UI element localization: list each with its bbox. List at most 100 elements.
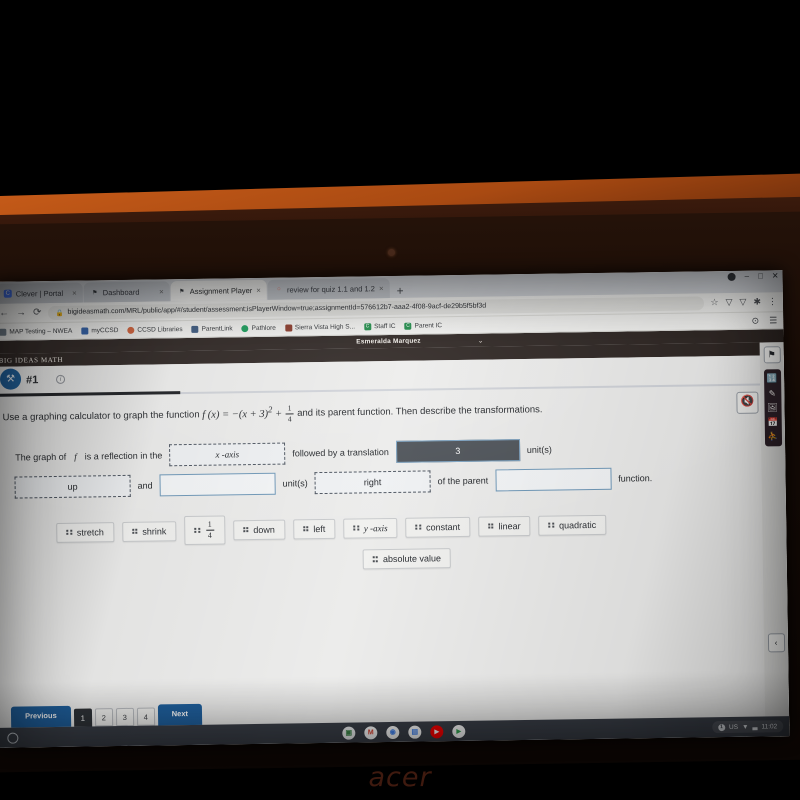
profile-avatar-icon[interactable] [727, 272, 736, 281]
extension-icon[interactable]: ▽ [739, 297, 746, 308]
calculator-icon[interactable]: 🔢 [767, 373, 778, 383]
bookmark-parent-ic[interactable]: C Parent IC [404, 322, 442, 330]
reload-icon[interactable]: ⟳ [33, 307, 42, 318]
close-window-button[interactable]: ✕ [772, 271, 779, 280]
youtube-app-icon[interactable]: ▶ [430, 724, 444, 738]
dropzone-translation-amount[interactable]: 3 [395, 439, 520, 464]
browser-menu-icon[interactable]: ⋮ [768, 296, 777, 307]
question-prefix: Use a graphing calculator to graph the f… [2, 409, 200, 424]
bookmark-pathlore[interactable]: Pathlore [241, 324, 276, 332]
dropzone-value: right [363, 477, 382, 488]
answer-label: and [137, 480, 153, 491]
close-icon[interactable]: × [72, 288, 77, 297]
dropzone-parent-function[interactable] [495, 467, 612, 492]
tile-shrink[interactable]: shrink [121, 520, 177, 542]
bookmark-favicon [191, 325, 199, 333]
minimize-button[interactable]: – [745, 272, 750, 281]
play-store-app-icon[interactable]: ▶ [452, 724, 466, 738]
bookmark-label: Sierra Vista High S... [294, 323, 356, 331]
drag-handle-icon[interactable] [415, 524, 422, 530]
chrome-app-icon[interactable]: ◉ [386, 725, 400, 739]
tile-stretch[interactable]: stretch [56, 521, 114, 543]
tile-linear[interactable]: linear [477, 515, 531, 537]
dropzone-horizontal-amount[interactable] [159, 472, 276, 497]
extension-icon[interactable]: ▽ [726, 297, 733, 308]
pencil-draw-icon[interactable]: ✎ [769, 388, 776, 398]
tile-quadratic[interactable]: quadratic [538, 514, 607, 536]
tile-left[interactable]: left [292, 518, 336, 540]
photo-scene: C Clever | Portal × ⚑ Dashboard × ⚑ Assi… [0, 0, 800, 800]
formula-exponent: 2 [267, 403, 273, 414]
drag-handle-icon[interactable] [66, 529, 72, 536]
bookmark-ccsd-libraries[interactable]: CCSD Libraries [127, 326, 183, 334]
previous-button[interactable]: Previous [10, 705, 71, 728]
accessibility-icon[interactable]: ⛹ [768, 431, 779, 441]
dropzone-vertical-direction[interactable]: up [14, 474, 131, 499]
system-tray[interactable]: 1 US ▼ ▃ 11:02 [711, 720, 784, 734]
bookmark-myccsd[interactable]: myCCSD [81, 327, 118, 335]
brand-title: BIG IDEAS MATH [0, 355, 64, 365]
bookmark-map-testing[interactable]: MAP Testing – NWEA [0, 327, 72, 336]
launcher-button[interactable] [7, 732, 19, 744]
close-icon[interactable]: × [159, 287, 164, 296]
dropzone-value: up [67, 481, 78, 492]
bookmark-favicon [0, 328, 7, 336]
shelf-app-icons: ▣ M ◉ ▤ ▶ ▶ [342, 724, 466, 740]
back-icon[interactable]: ← [0, 307, 9, 318]
browser-tab-clever[interactable]: C Clever | Portal × [0, 282, 83, 304]
fraction-numerator: 1 [207, 519, 212, 529]
forward-icon[interactable]: → [16, 307, 26, 318]
browser-tab-dashboard[interactable]: ⚑ Dashboard × [83, 281, 170, 303]
tile-absolute-value[interactable]: absolute value [362, 548, 452, 570]
drag-handle-icon[interactable] [353, 525, 359, 531]
tile-label: shrink [142, 525, 167, 537]
dropzone-reflection-axis[interactable]: x -axis [169, 442, 286, 467]
tile-one-quarter[interactable]: 1 4 [184, 515, 226, 546]
answer-label: unit(s) [282, 478, 308, 489]
drag-handle-icon[interactable] [488, 523, 494, 529]
bookmark-staff-ic[interactable]: C Staff IC [363, 322, 396, 330]
image-tool-icon[interactable]: 🖼 [767, 402, 778, 412]
drag-handle-icon[interactable] [548, 522, 555, 529]
calendar-icon[interactable]: 📅 [767, 417, 778, 427]
drag-handle-icon[interactable] [242, 526, 249, 533]
page-button-2[interactable]: 2 [94, 708, 113, 727]
question-navigation: Previous 1 2 3 4 Next [0, 703, 203, 728]
mute-audio-button[interactable]: 🔇 [736, 391, 759, 414]
info-icon[interactable]: i [55, 374, 66, 384]
tile-bank: stretch shrink 1 4 down left y -axis con… [0, 495, 787, 579]
notifications-bell-icon[interactable]: ⊙ [752, 315, 760, 326]
collapse-rail-button[interactable]: ‹ [767, 633, 785, 653]
maximize-button[interactable]: □ [758, 271, 763, 280]
tile-y-axis[interactable]: y -axis [343, 517, 398, 539]
tile-constant[interactable]: constant [405, 516, 471, 538]
gmail-app-icon[interactable]: M [364, 725, 378, 739]
page-button-3[interactable]: 3 [115, 707, 134, 727]
docs-app-icon[interactable]: ▤ [408, 725, 422, 739]
browser-tab-review-quiz[interactable]: ○ review for quiz 1.1 and 1.2 × [267, 277, 390, 300]
answer-label: The graph of [15, 451, 67, 463]
close-icon[interactable]: × [379, 284, 384, 293]
chevron-down-icon[interactable]: ⌄ [478, 337, 484, 345]
page-button-1[interactable]: 1 [73, 708, 92, 727]
drag-handle-icon[interactable] [131, 528, 138, 535]
flag-question-button[interactable]: ⚑ [763, 346, 781, 364]
tile-down[interactable]: down [232, 519, 285, 540]
contacts-app-icon[interactable]: ▣ [342, 726, 356, 740]
page-button-4[interactable]: 4 [136, 707, 155, 726]
browser-tab-assignment-player[interactable]: ⚑ Assignment Player × [170, 279, 268, 302]
drag-handle-icon[interactable] [302, 526, 309, 532]
drag-handle-icon[interactable] [372, 556, 379, 563]
bookmark-sierra-vista[interactable]: Sierra Vista High S... [284, 323, 356, 332]
bookmark-star-icon[interactable]: ☆ [710, 297, 718, 308]
next-button[interactable]: Next [157, 703, 203, 726]
extension-icon[interactable]: ✱ [753, 296, 761, 307]
drag-handle-icon[interactable] [194, 527, 200, 534]
dropzone-horizontal-direction[interactable]: right [314, 470, 431, 495]
assignment-player-favicon: ⚑ [179, 288, 185, 295]
bookmark-parentlink[interactable]: ParentLink [191, 325, 233, 333]
hamburger-menu-icon[interactable]: ☰ [769, 315, 777, 326]
close-icon[interactable]: × [256, 285, 261, 294]
new-tab-button[interactable]: + [391, 284, 410, 298]
fraction-numerator: 1 [287, 403, 292, 413]
